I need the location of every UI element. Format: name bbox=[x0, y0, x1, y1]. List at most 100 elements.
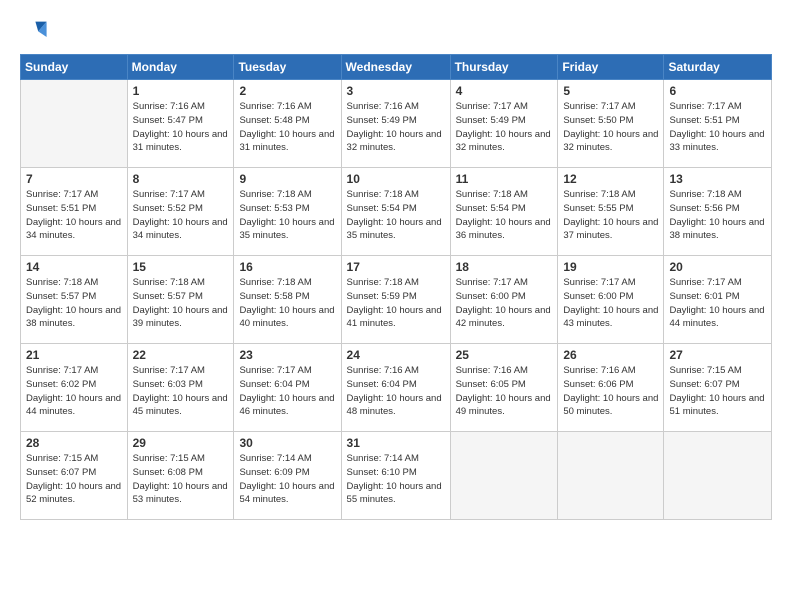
day-info: Sunrise: 7:15 AMSunset: 6:07 PMDaylight:… bbox=[669, 364, 766, 419]
logo bbox=[20, 16, 52, 44]
calendar-cell: 2 Sunrise: 7:16 AMSunset: 5:48 PMDaylight… bbox=[234, 80, 341, 168]
calendar-table: SundayMondayTuesdayWednesdayThursdayFrid… bbox=[20, 54, 772, 520]
day-info: Sunrise: 7:17 AMSunset: 6:04 PMDaylight:… bbox=[239, 364, 335, 419]
day-number: 25 bbox=[456, 348, 553, 362]
calendar-day-header: Saturday bbox=[664, 55, 772, 80]
calendar-week-row: 28 Sunrise: 7:15 AMSunset: 6:07 PMDayligh… bbox=[21, 432, 772, 520]
calendar-cell: 7 Sunrise: 7:17 AMSunset: 5:51 PMDaylight… bbox=[21, 168, 128, 256]
calendar-day-header: Thursday bbox=[450, 55, 558, 80]
day-number: 29 bbox=[133, 436, 229, 450]
calendar-cell: 26 Sunrise: 7:16 AMSunset: 6:06 PMDayligh… bbox=[558, 344, 664, 432]
day-info: Sunrise: 7:17 AMSunset: 6:00 PMDaylight:… bbox=[563, 276, 658, 331]
header bbox=[20, 16, 772, 44]
day-number: 15 bbox=[133, 260, 229, 274]
calendar-cell: 20 Sunrise: 7:17 AMSunset: 6:01 PMDayligh… bbox=[664, 256, 772, 344]
calendar-cell: 17 Sunrise: 7:18 AMSunset: 5:59 PMDayligh… bbox=[341, 256, 450, 344]
calendar-cell: 12 Sunrise: 7:18 AMSunset: 5:55 PMDayligh… bbox=[558, 168, 664, 256]
day-number: 7 bbox=[26, 172, 122, 186]
calendar-week-row: 14 Sunrise: 7:18 AMSunset: 5:57 PMDayligh… bbox=[21, 256, 772, 344]
day-number: 17 bbox=[347, 260, 445, 274]
day-number: 16 bbox=[239, 260, 335, 274]
day-info: Sunrise: 7:14 AMSunset: 6:09 PMDaylight:… bbox=[239, 452, 335, 507]
calendar-cell: 6Sunrise: 7:17 AMSunset: 5:51 PMDaylight… bbox=[664, 80, 772, 168]
calendar-cell: 8 Sunrise: 7:17 AMSunset: 5:52 PMDaylight… bbox=[127, 168, 234, 256]
day-info: Sunrise: 7:17 AMSunset: 6:02 PMDaylight:… bbox=[26, 364, 122, 419]
day-number: 31 bbox=[347, 436, 445, 450]
day-number: 5 bbox=[563, 84, 658, 98]
day-info: Sunrise: 7:15 AMSunset: 6:07 PMDaylight:… bbox=[26, 452, 122, 507]
day-number: 8 bbox=[133, 172, 229, 186]
day-number: 27 bbox=[669, 348, 766, 362]
calendar-cell bbox=[664, 432, 772, 520]
calendar-week-row: 1 Sunrise: 7:16 AMSunset: 5:47 PMDaylight… bbox=[21, 80, 772, 168]
day-number: 13 bbox=[669, 172, 766, 186]
calendar-cell: 1 Sunrise: 7:16 AMSunset: 5:47 PMDaylight… bbox=[127, 80, 234, 168]
calendar-cell: 22Sunrise: 7:17 AMSunset: 6:03 PMDayligh… bbox=[127, 344, 234, 432]
calendar-week-row: 7 Sunrise: 7:17 AMSunset: 5:51 PMDaylight… bbox=[21, 168, 772, 256]
day-info: Sunrise: 7:18 AMSunset: 5:54 PMDaylight:… bbox=[456, 188, 553, 243]
calendar-day-header: Monday bbox=[127, 55, 234, 80]
day-info: Sunrise: 7:17 AMSunset: 6:00 PMDaylight:… bbox=[456, 276, 553, 331]
calendar-cell: 30 Sunrise: 7:14 AMSunset: 6:09 PMDayligh… bbox=[234, 432, 341, 520]
calendar-cell: 21 Sunrise: 7:17 AMSunset: 6:02 PMDayligh… bbox=[21, 344, 128, 432]
day-info: Sunrise: 7:17 AMSunset: 5:49 PMDaylight:… bbox=[456, 100, 553, 155]
day-number: 4 bbox=[456, 84, 553, 98]
day-info: Sunrise: 7:16 AMSunset: 5:49 PMDaylight:… bbox=[347, 100, 445, 155]
calendar-cell: 29 Sunrise: 7:15 AMSunset: 6:08 PMDayligh… bbox=[127, 432, 234, 520]
day-info: Sunrise: 7:15 AMSunset: 6:08 PMDaylight:… bbox=[133, 452, 229, 507]
day-number: 23 bbox=[239, 348, 335, 362]
calendar-cell: 3Sunrise: 7:16 AMSunset: 5:49 PMDaylight… bbox=[341, 80, 450, 168]
day-number: 6 bbox=[669, 84, 766, 98]
day-info: Sunrise: 7:16 AMSunset: 6:04 PMDaylight:… bbox=[347, 364, 445, 419]
calendar-cell: 28 Sunrise: 7:15 AMSunset: 6:07 PMDayligh… bbox=[21, 432, 128, 520]
day-info: Sunrise: 7:14 AMSunset: 6:10 PMDaylight:… bbox=[347, 452, 445, 507]
day-info: Sunrise: 7:17 AMSunset: 5:52 PMDaylight:… bbox=[133, 188, 229, 243]
calendar-cell: 13 Sunrise: 7:18 AMSunset: 5:56 PMDayligh… bbox=[664, 168, 772, 256]
day-info: Sunrise: 7:18 AMSunset: 5:53 PMDaylight:… bbox=[239, 188, 335, 243]
day-info: Sunrise: 7:16 AMSunset: 5:48 PMDaylight:… bbox=[239, 100, 335, 155]
calendar-cell: 10Sunrise: 7:18 AMSunset: 5:54 PMDayligh… bbox=[341, 168, 450, 256]
day-info: Sunrise: 7:17 AMSunset: 5:50 PMDaylight:… bbox=[563, 100, 658, 155]
day-number: 12 bbox=[563, 172, 658, 186]
day-number: 20 bbox=[669, 260, 766, 274]
day-number: 9 bbox=[239, 172, 335, 186]
day-number: 28 bbox=[26, 436, 122, 450]
calendar-cell: 19Sunrise: 7:17 AMSunset: 6:00 PMDayligh… bbox=[558, 256, 664, 344]
day-info: Sunrise: 7:18 AMSunset: 5:57 PMDaylight:… bbox=[133, 276, 229, 331]
day-info: Sunrise: 7:16 AMSunset: 6:06 PMDaylight:… bbox=[563, 364, 658, 419]
day-number: 21 bbox=[26, 348, 122, 362]
calendar-cell: 14 Sunrise: 7:18 AMSunset: 5:57 PMDayligh… bbox=[21, 256, 128, 344]
day-number: 24 bbox=[347, 348, 445, 362]
calendar-cell: 11Sunrise: 7:18 AMSunset: 5:54 PMDayligh… bbox=[450, 168, 558, 256]
calendar-week-row: 21 Sunrise: 7:17 AMSunset: 6:02 PMDayligh… bbox=[21, 344, 772, 432]
calendar-cell bbox=[450, 432, 558, 520]
day-info: Sunrise: 7:18 AMSunset: 5:56 PMDaylight:… bbox=[669, 188, 766, 243]
calendar-cell: 15 Sunrise: 7:18 AMSunset: 5:57 PMDayligh… bbox=[127, 256, 234, 344]
day-number: 1 bbox=[133, 84, 229, 98]
calendar-cell: 4 Sunrise: 7:17 AMSunset: 5:49 PMDaylight… bbox=[450, 80, 558, 168]
calendar-cell: 24 Sunrise: 7:16 AMSunset: 6:04 PMDayligh… bbox=[341, 344, 450, 432]
calendar-cell: 5 Sunrise: 7:17 AMSunset: 5:50 PMDaylight… bbox=[558, 80, 664, 168]
day-info: Sunrise: 7:18 AMSunset: 5:55 PMDaylight:… bbox=[563, 188, 658, 243]
day-info: Sunrise: 7:17 AMSunset: 6:01 PMDaylight:… bbox=[669, 276, 766, 331]
day-info: Sunrise: 7:16 AMSunset: 5:47 PMDaylight:… bbox=[133, 100, 229, 155]
calendar-cell: 9 Sunrise: 7:18 AMSunset: 5:53 PMDaylight… bbox=[234, 168, 341, 256]
day-info: Sunrise: 7:18 AMSunset: 5:59 PMDaylight:… bbox=[347, 276, 445, 331]
calendar-cell bbox=[558, 432, 664, 520]
day-number: 30 bbox=[239, 436, 335, 450]
day-number: 10 bbox=[347, 172, 445, 186]
day-info: Sunrise: 7:18 AMSunset: 5:57 PMDaylight:… bbox=[26, 276, 122, 331]
calendar-day-header: Friday bbox=[558, 55, 664, 80]
calendar-day-header: Wednesday bbox=[341, 55, 450, 80]
calendar-cell: 27 Sunrise: 7:15 AMSunset: 6:07 PMDayligh… bbox=[664, 344, 772, 432]
calendar-cell: 31 Sunrise: 7:14 AMSunset: 6:10 PMDayligh… bbox=[341, 432, 450, 520]
calendar-cell: 16Sunrise: 7:18 AMSunset: 5:58 PMDayligh… bbox=[234, 256, 341, 344]
page: SundayMondayTuesdayWednesdayThursdayFrid… bbox=[0, 0, 792, 612]
calendar-header-row: SundayMondayTuesdayWednesdayThursdayFrid… bbox=[21, 55, 772, 80]
day-number: 2 bbox=[239, 84, 335, 98]
day-number: 22 bbox=[133, 348, 229, 362]
day-info: Sunrise: 7:17 AMSunset: 5:51 PMDaylight:… bbox=[26, 188, 122, 243]
calendar-cell: 18Sunrise: 7:17 AMSunset: 6:00 PMDayligh… bbox=[450, 256, 558, 344]
day-number: 14 bbox=[26, 260, 122, 274]
day-number: 26 bbox=[563, 348, 658, 362]
